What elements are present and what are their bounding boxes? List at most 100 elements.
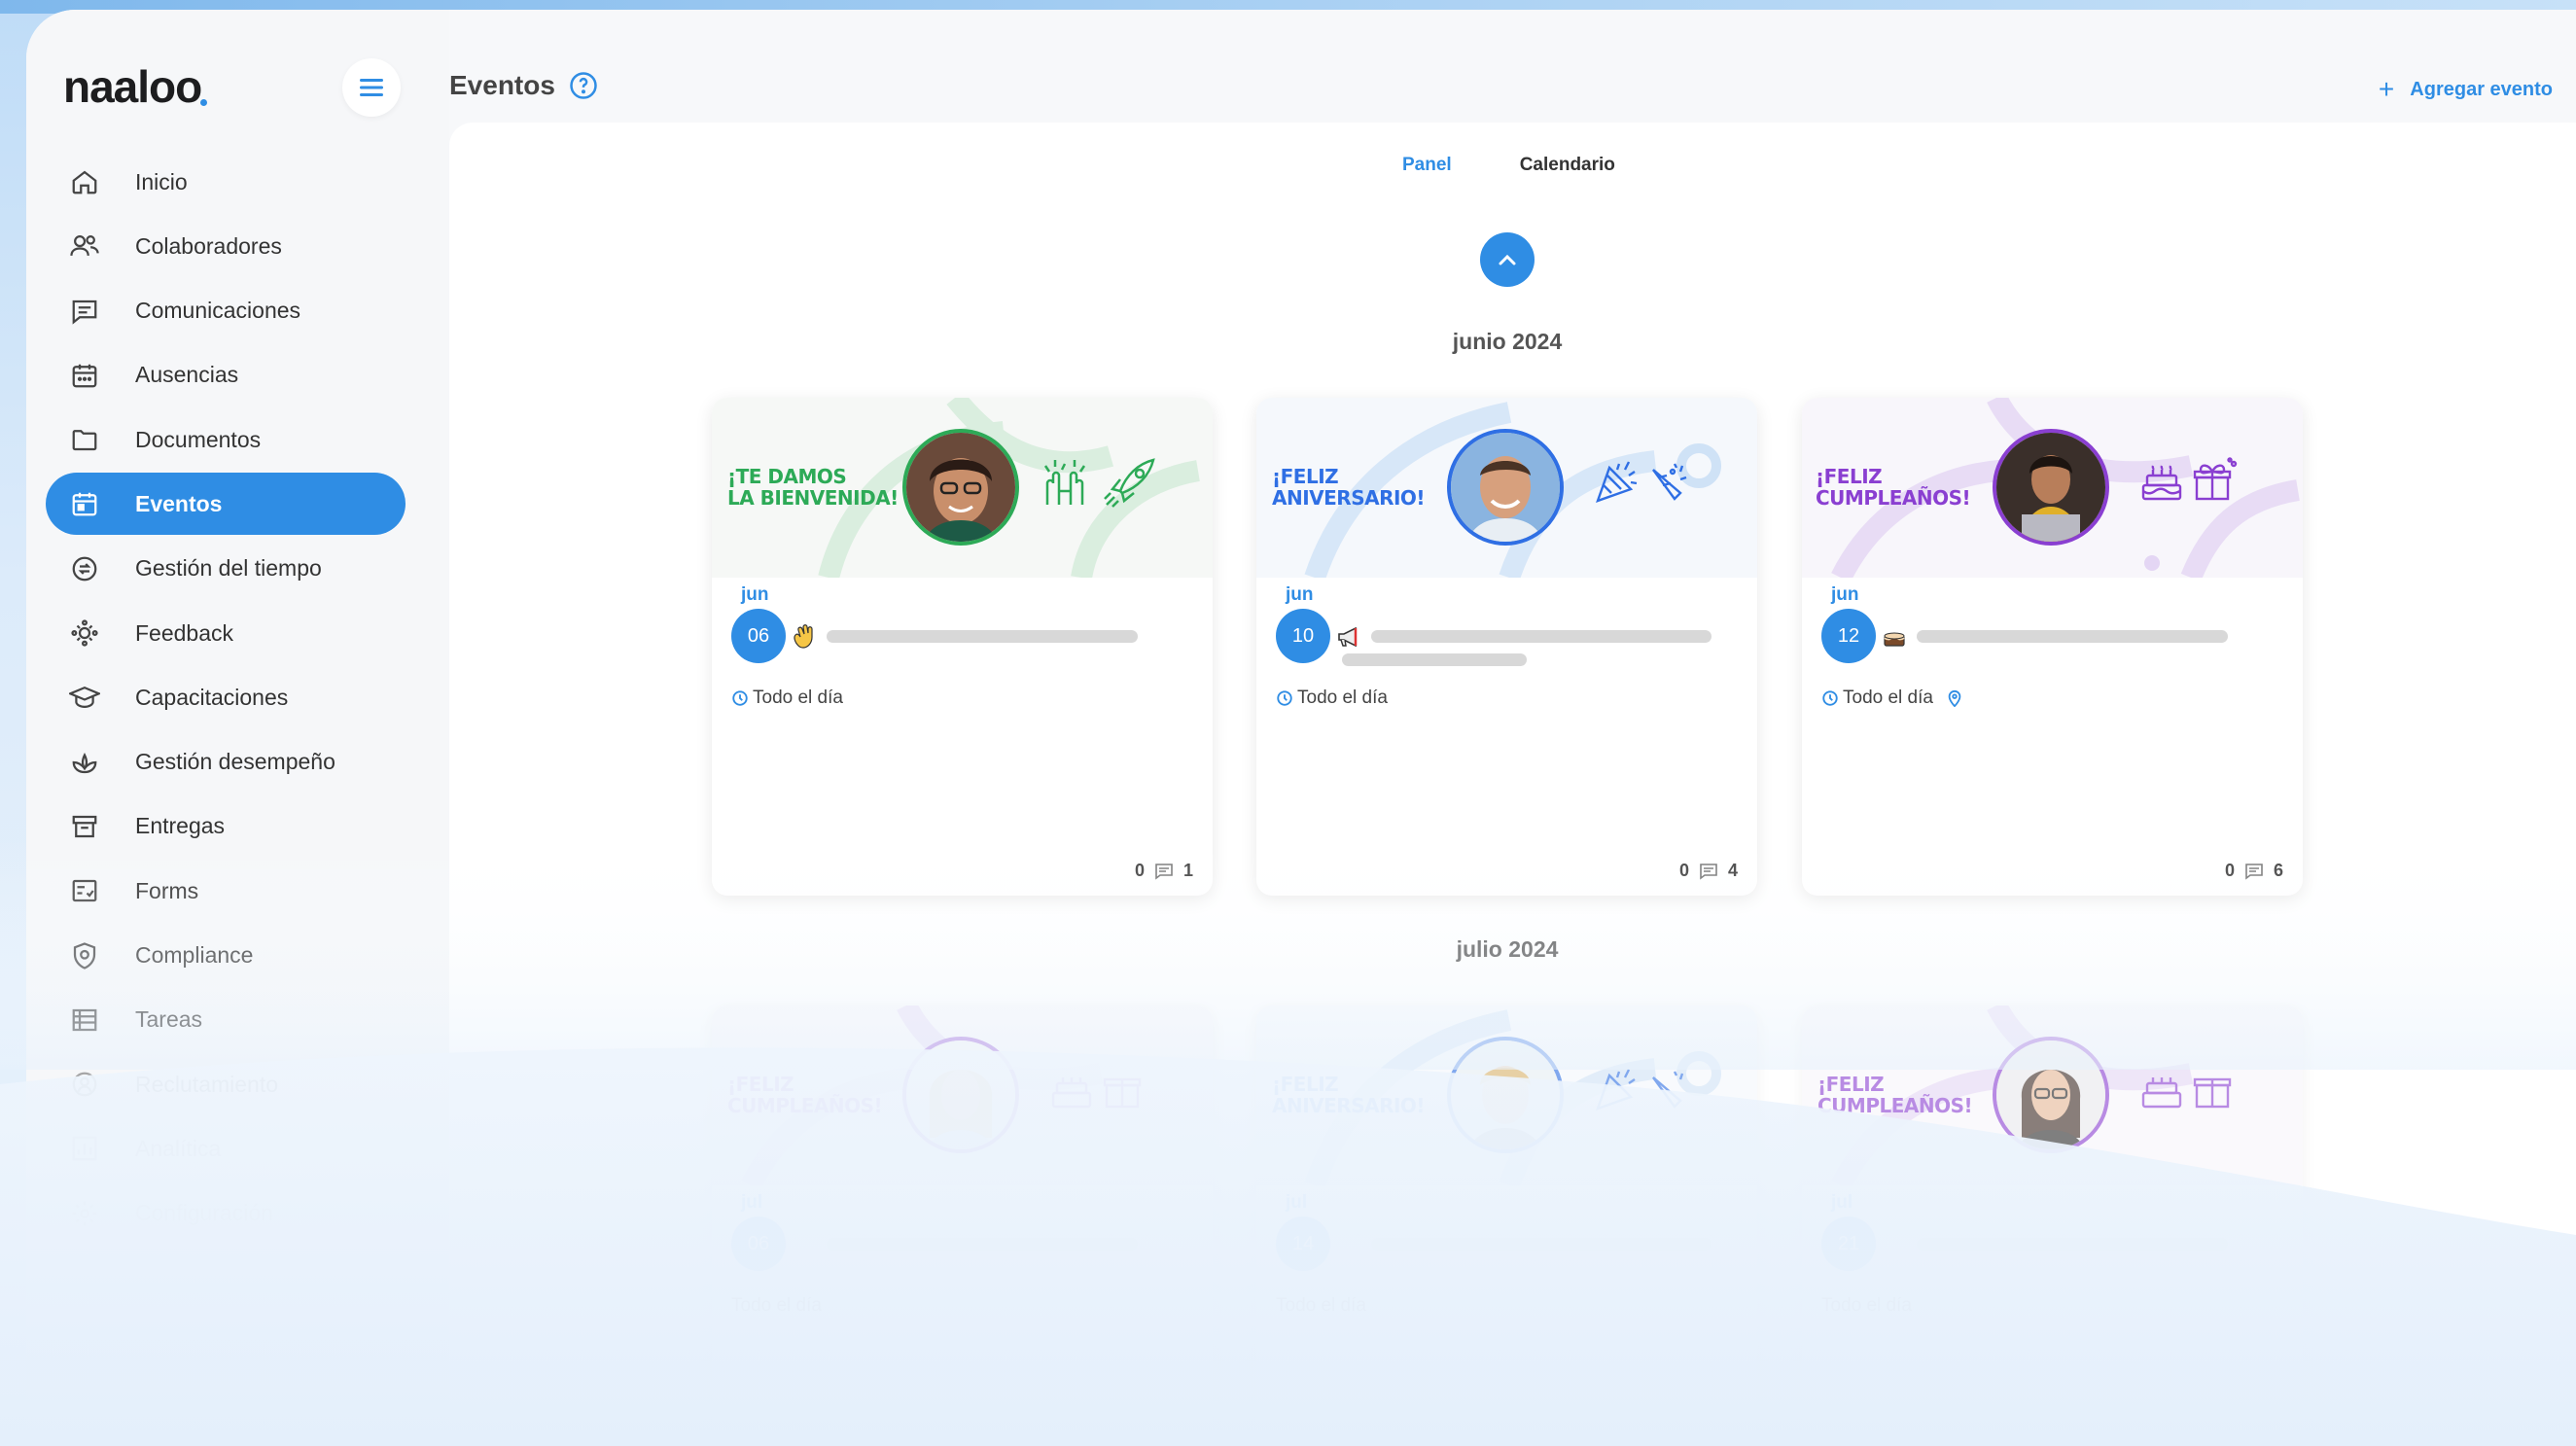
sidebar-item-analitica[interactable]: Analítica	[46, 1117, 406, 1180]
sidebar-item-configuracion[interactable]: Configuración	[46, 1182, 406, 1245]
reaction-count: 0	[1678, 861, 1689, 880]
recruit-icon	[65, 1065, 104, 1104]
event-banner: ¡FELIZ CUMPLEAÑOS!	[712, 1005, 1213, 1185]
woman-laptop-avatar	[1993, 429, 2109, 546]
gear-icon	[65, 1194, 104, 1233]
hamburger-icon	[360, 79, 383, 96]
sidebar-item-label: Tareas	[135, 1006, 203, 1033]
event-time-label: Todo el día	[1297, 688, 1388, 708]
sidebar-item-ausencias[interactable]: Ausencias	[46, 344, 406, 406]
location-pin-icon[interactable]	[1947, 689, 1962, 707]
banner-text: ¡TE DAMOS LA BIENVENIDA!	[727, 465, 899, 510]
sidebar-item-documentos[interactable]: Documentos	[46, 408, 406, 471]
comment-count: 4	[1727, 861, 1738, 880]
sidebar-item-label: Inicio	[135, 168, 188, 194]
event-card[interactable]: ¡FELIZ CUMPLEAÑOS! jul 21 Todo el día	[1802, 1005, 2303, 1446]
sidebar-item-entregas[interactable]: Entregas	[46, 795, 406, 858]
event-day-badge: 10	[1276, 609, 1330, 663]
birthday-cake-icon	[1051, 1077, 1092, 1109]
sidebar-item-label: Documentos	[135, 426, 262, 452]
event-day-badge: 06	[731, 609, 786, 663]
sidebar-item-inicio[interactable]: Inicio	[46, 151, 406, 213]
event-card[interactable]: ¡TE DAMOS LA BIENVENIDA! jun 06 Todo el …	[712, 398, 1213, 896]
gift-icon	[2193, 457, 2238, 501]
sidebar-item-gestion-desempeno[interactable]: Gestión desempeño	[46, 731, 406, 794]
hamburger-menu-button[interactable]	[342, 58, 401, 117]
clock-icon	[732, 690, 748, 706]
sidebar-item-eventos[interactable]: Eventos	[46, 473, 406, 536]
event-card[interactable]: ¡FELIZ CUMPLEAÑOS! jun 12 Todo el día 0 …	[1802, 398, 2303, 896]
app-window: naaloo Inicio Colaboradores Comunicacion…	[26, 10, 2576, 1446]
event-day-badge: 21	[1821, 1217, 1876, 1271]
event-card[interactable]: ¡FELIZ ANIVERSARIO! jul 14 Todo el día	[1256, 1005, 1757, 1446]
main-content: Panel Calendario junio 2024 ¡TE DAMOS LA…	[449, 123, 2576, 1446]
view-tabs: Panel Calendario	[1402, 155, 1615, 176]
event-card[interactable]: ¡FELIZ ANIVERSARIO! jun 10 Todo el día 0…	[1256, 398, 1757, 896]
subtitle-placeholder-bar	[1342, 653, 1527, 666]
raised-hands-icon	[1043, 460, 1086, 505]
comment-icon[interactable]	[1154, 863, 1174, 880]
event-time: Todo el día	[1821, 688, 1966, 709]
sidebar-item-label: Configuración	[135, 1200, 273, 1226]
event-time: Todo el día	[731, 688, 843, 709]
title-placeholder-bar	[1917, 1238, 2228, 1251]
event-time-label: Todo el día	[1276, 1295, 1366, 1316]
time-sync-icon	[65, 549, 104, 588]
event-day-badge: 14	[1276, 1217, 1330, 1271]
add-event-label: Agregar evento	[2410, 78, 2553, 100]
feedback-icon	[65, 614, 104, 652]
shield-icon	[65, 936, 104, 975]
tab-calendario[interactable]: Calendario	[1520, 155, 1615, 176]
party-horn-icon	[1652, 1071, 1684, 1109]
birthday-cake-icon	[2141, 1077, 2182, 1109]
sidebar-item-label: Gestión desempeño	[135, 749, 335, 775]
woman-glasses-avatar-2	[1993, 1037, 2109, 1153]
naaloo-logo[interactable]: naaloo	[63, 60, 208, 113]
sidebar-item-compliance[interactable]: Compliance	[46, 925, 406, 987]
tab-panel[interactable]: Panel	[1402, 155, 1452, 176]
sidebar-item-label: Feedback	[135, 619, 234, 646]
sidebar-nav: Inicio Colaboradores Comunicaciones Ause…	[46, 151, 406, 1247]
graduation-cap-icon	[65, 678, 104, 717]
reaction-count: 0	[1134, 861, 1145, 880]
comment-icon[interactable]	[1699, 863, 1718, 880]
event-time: Todo el día	[1276, 688, 1388, 709]
event-banner: ¡FELIZ ANIVERSARIO!	[1256, 1005, 1757, 1185]
comment-icon[interactable]	[2244, 863, 2264, 880]
help-circle-icon[interactable]	[569, 71, 598, 100]
sidebar-item-colaboradores[interactable]: Colaboradores	[46, 215, 406, 277]
sidebar-item-tareas[interactable]: Tareas	[46, 989, 406, 1051]
sidebar-item-label: Colaboradores	[135, 232, 282, 259]
event-stats: 0 1	[1135, 861, 1193, 881]
sidebar-item-feedback[interactable]: Feedback	[46, 602, 406, 664]
add-event-button[interactable]: + Agregar evento	[2379, 76, 2553, 103]
gift-icon	[1103, 1077, 1142, 1109]
event-month: jul	[1831, 1192, 1853, 1213]
event-card[interactable]: ¡FELIZ CUMPLEAÑOS! jul 06 Todo el día	[712, 1005, 1213, 1446]
sidebar-item-label: Reclutamiento	[135, 1071, 279, 1097]
sidebar-item-reclutamiento[interactable]: Reclutamiento	[46, 1053, 406, 1115]
banner-text: ¡FELIZ CUMPLEAÑOS!	[727, 1073, 883, 1117]
man-smiling-avatar	[1447, 429, 1564, 546]
sidebar-item-gestion-tiempo[interactable]: Gestión del tiempo	[46, 538, 406, 600]
sidebar: naaloo Inicio Colaboradores Comunicacion…	[26, 10, 449, 1446]
event-time: Todo el día	[731, 1295, 822, 1317]
plus-icon: +	[2378, 74, 2395, 104]
sidebar-item-label: Compliance	[135, 942, 254, 969]
title-placeholder-bar	[1371, 630, 1711, 643]
event-time-label: Todo el día	[1821, 1295, 1912, 1316]
cake-emoji	[1884, 632, 1905, 647]
sidebar-item-forms[interactable]: Forms	[46, 860, 406, 922]
scroll-up-button[interactable]	[1480, 232, 1535, 287]
sidebar-item-comunicaciones[interactable]: Comunicaciones	[46, 280, 406, 342]
chart-icon	[65, 1129, 104, 1168]
event-month: jun	[741, 584, 769, 605]
sidebar-item-capacitaciones[interactable]: Capacitaciones	[46, 666, 406, 728]
clock-icon	[1822, 690, 1838, 706]
title-placeholder-bar	[1371, 1238, 1711, 1251]
party-popper-icon	[1596, 461, 1638, 503]
event-day-badge: 06	[731, 1217, 786, 1271]
event-month: jun	[1831, 584, 1859, 605]
title-placeholder-bar	[827, 630, 1138, 643]
chevron-up-icon	[1499, 254, 1516, 265]
